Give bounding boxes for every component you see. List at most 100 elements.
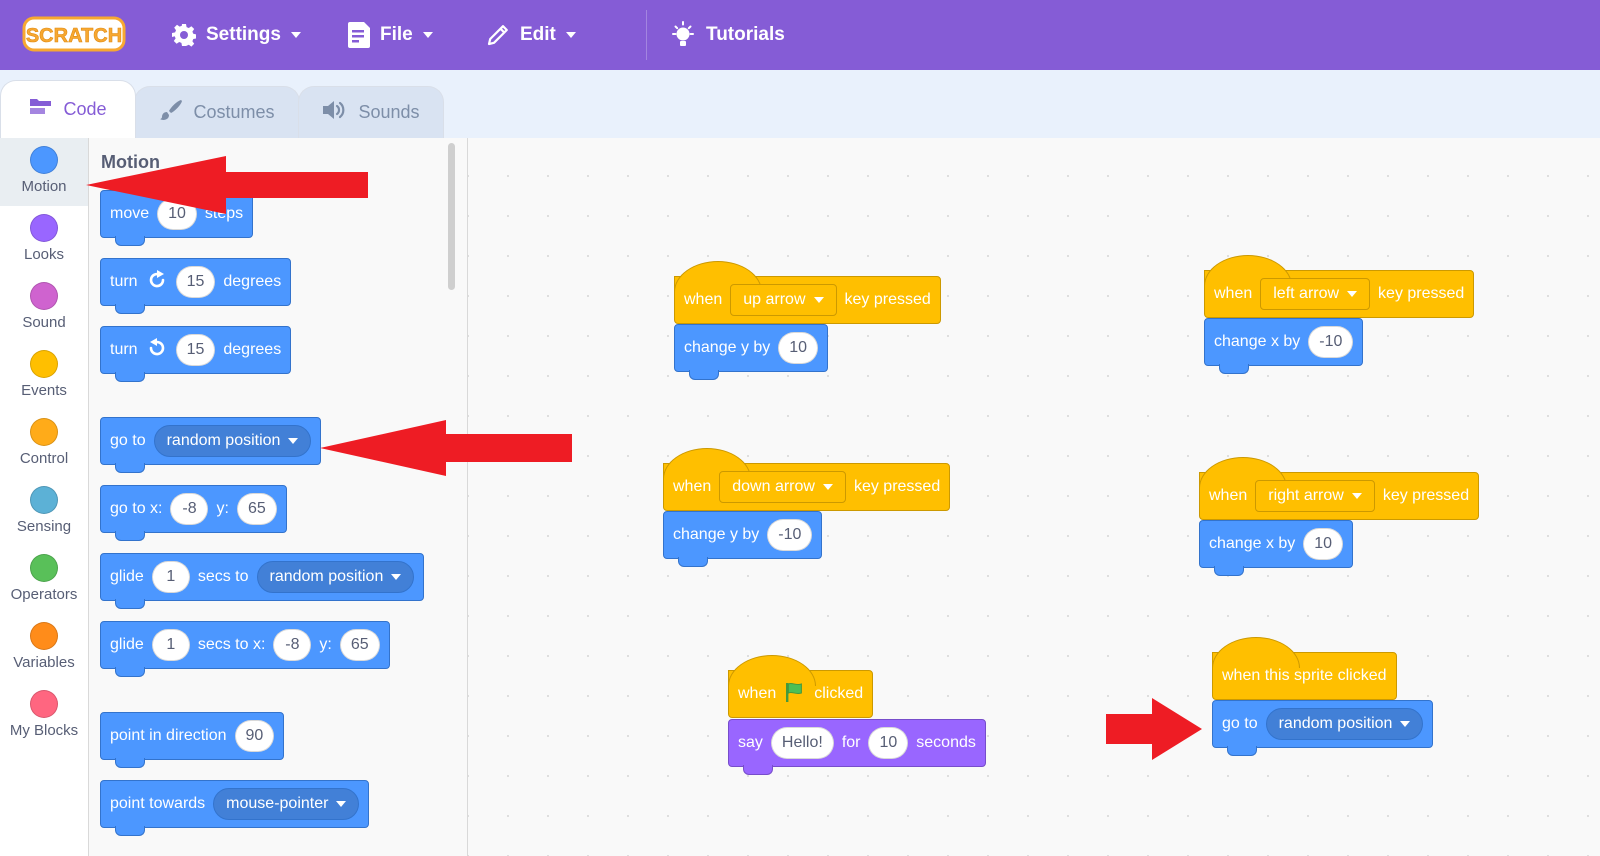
block-text: turn: [110, 341, 138, 358]
point-towards-dropdown[interactable]: mouse-pointer: [213, 788, 360, 820]
category-operators[interactable]: Operators: [0, 546, 88, 614]
category-my-blocks[interactable]: My Blocks: [0, 682, 88, 750]
direction-input[interactable]: 90: [234, 720, 275, 752]
annotation-arrow-right: [1106, 698, 1202, 760]
menu-bar: SCRATCH Settings File Edit Tutorials: [0, 0, 1600, 70]
dropdown-value: down arrow: [732, 478, 815, 495]
glide-target-dropdown[interactable]: random position: [256, 561, 415, 593]
dropdown-value: right arrow: [1268, 487, 1344, 504]
when-sprite-clicked-hat[interactable]: when this sprite clicked: [1212, 637, 1397, 700]
when-key-pressed-hat[interactable]: when down arrow key pressed: [663, 448, 951, 511]
go-to-target-dropdown[interactable]: random position: [153, 425, 312, 457]
change-y-block[interactable]: change y by 10: [674, 324, 829, 380]
category-control[interactable]: Control: [0, 410, 88, 478]
when-flag-clicked-hat[interactable]: when clicked: [728, 655, 874, 718]
edit-menu[interactable]: Edit: [486, 18, 576, 52]
tutorials-button[interactable]: Tutorials: [670, 18, 785, 52]
secs-input[interactable]: 1: [151, 561, 190, 593]
tab-costumes[interactable]: Costumes: [134, 86, 300, 138]
block-text: y:: [216, 500, 229, 517]
say-for-secs-block[interactable]: say Hello! for 10 seconds: [728, 719, 986, 775]
tab-costumes-label: Costumes: [193, 102, 275, 122]
annotation-arrow-left: [320, 420, 572, 476]
chevron-down-icon: [288, 438, 299, 444]
key-dropdown[interactable]: down arrow: [719, 471, 846, 503]
block-text: secs to x:: [197, 636, 266, 653]
category-motion[interactable]: Motion: [0, 138, 88, 206]
category-motion-label: Motion: [21, 178, 67, 195]
category-operators-label: Operators: [10, 586, 78, 603]
glide-to-block[interactable]: glide 1 secs to random position: [100, 553, 425, 609]
say-message-input[interactable]: Hello!: [770, 727, 834, 759]
change-y-block[interactable]: change y by -10: [663, 511, 823, 567]
tutorials-label: Tutorials: [706, 24, 785, 45]
change-y-input[interactable]: -10: [767, 519, 813, 551]
go-to-xy-block[interactable]: go to x: -8 y: 65: [100, 485, 287, 541]
change-x-input[interactable]: -10: [1308, 326, 1354, 358]
file-menu[interactable]: File: [348, 18, 433, 52]
block-text: change x by: [1214, 333, 1301, 350]
go-to-block[interactable]: go to random position: [100, 417, 322, 473]
palette-scrollbar[interactable]: [448, 143, 455, 290]
change-x-input[interactable]: 10: [1303, 528, 1344, 560]
degrees-input[interactable]: 15: [175, 266, 216, 298]
dropdown-value: random position: [166, 432, 281, 449]
y-input[interactable]: 65: [339, 629, 380, 661]
dropdown-value: up arrow: [743, 291, 806, 308]
point-towards-block[interactable]: point towards mouse-pointer: [100, 780, 370, 836]
category-sensing-label: Sensing: [16, 518, 72, 535]
change-x-block[interactable]: change x by -10: [1204, 318, 1364, 374]
turn-right-block[interactable]: turn 15 degrees: [100, 258, 292, 314]
scratch-logo[interactable]: SCRATCH: [22, 15, 126, 53]
turn-left-block[interactable]: turn 15 degrees: [100, 326, 292, 382]
glide-to-xy-block[interactable]: glide 1 secs to x: -8 y: 65: [100, 621, 390, 677]
category-menu: Motion Looks Sound Events Control Sensin…: [0, 138, 89, 856]
block-text: turn: [110, 273, 138, 290]
category-variables-label: Variables: [13, 654, 75, 671]
say-secs-input[interactable]: 10: [868, 727, 909, 759]
category-sensing[interactable]: Sensing: [0, 478, 88, 546]
when-key-pressed-hat[interactable]: when right arrow key pressed: [1199, 457, 1480, 520]
chevron-down-icon: [1400, 721, 1411, 727]
x-input[interactable]: -8: [273, 629, 312, 661]
category-sound[interactable]: Sound: [0, 274, 88, 342]
change-y-input[interactable]: 10: [778, 332, 819, 364]
rotate-left-icon: [146, 337, 168, 364]
chevron-down-icon: [336, 801, 347, 807]
key-dropdown[interactable]: up arrow: [730, 284, 837, 316]
when-key-pressed-hat[interactable]: when up arrow key pressed: [674, 261, 941, 324]
category-motion-dot: [30, 146, 58, 174]
x-input[interactable]: -8: [170, 493, 209, 525]
when-key-pressed-hat[interactable]: when left arrow key pressed: [1204, 255, 1475, 318]
block-text: when: [684, 291, 723, 308]
block-text: key pressed: [1382, 487, 1470, 504]
go-to-block[interactable]: go to random position: [1212, 700, 1434, 756]
block-text: change y by: [684, 339, 771, 356]
key-dropdown[interactable]: left arrow: [1260, 278, 1371, 310]
secs-input[interactable]: 1: [151, 629, 190, 661]
tab-code[interactable]: Code: [0, 80, 136, 138]
category-variables[interactable]: Variables: [0, 614, 88, 682]
tab-code-label: Code: [63, 99, 107, 119]
category-looks[interactable]: Looks: [0, 206, 88, 274]
rotate-right-icon: [146, 269, 168, 296]
key-dropdown[interactable]: right arrow: [1255, 480, 1375, 512]
tab-sounds[interactable]: Sounds: [298, 86, 444, 138]
y-input[interactable]: 65: [236, 493, 277, 525]
scratch-logo-text: SCRATCH: [26, 25, 122, 47]
settings-menu-label: Settings: [206, 24, 281, 45]
change-x-block[interactable]: change x by 10: [1199, 520, 1354, 576]
block-text: y:: [319, 636, 332, 653]
settings-menu[interactable]: Settings: [172, 18, 301, 52]
pencil-icon: [486, 23, 510, 47]
category-events[interactable]: Events: [0, 342, 88, 410]
lightbulb-icon: [670, 21, 696, 49]
point-in-direction-block[interactable]: point in direction 90: [100, 712, 285, 768]
dropdown-value: mouse-pointer: [226, 795, 329, 812]
chevron-down-icon: [813, 297, 824, 303]
dropdown-value: random position: [269, 568, 384, 585]
go-to-target-dropdown[interactable]: random position: [1265, 708, 1424, 740]
block-text: point in direction: [110, 727, 227, 744]
category-operators-dot: [30, 554, 58, 582]
degrees-input[interactable]: 15: [175, 334, 216, 366]
